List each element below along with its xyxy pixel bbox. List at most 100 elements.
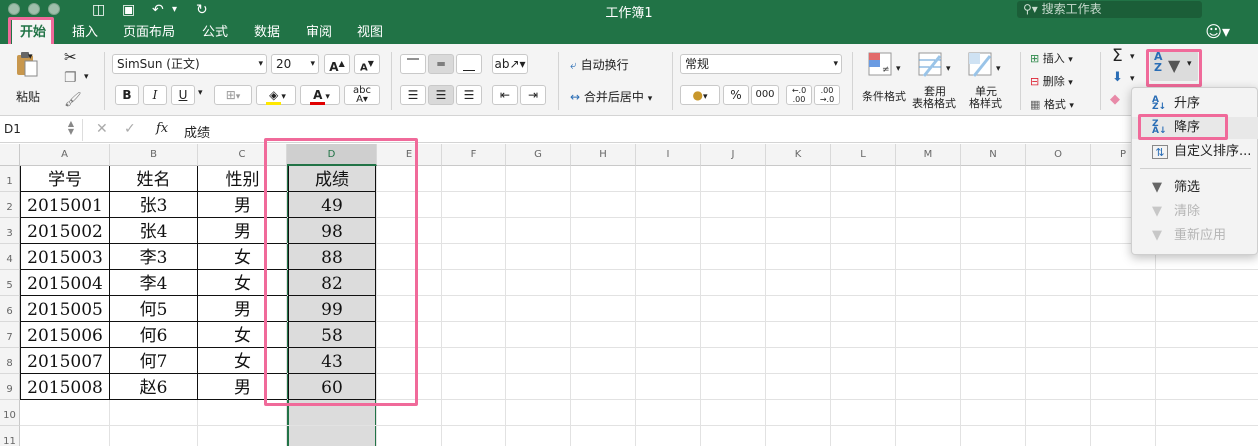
data-cell[interactable]: 2015004 (20, 270, 110, 296)
font-name-select[interactable]: SimSun (正文) ▾ (112, 54, 267, 74)
underline-button[interactable]: U (171, 85, 195, 105)
header-cell[interactable]: 学号 (20, 166, 110, 192)
column-header-g[interactable]: G (506, 144, 571, 166)
decrease-indent-button[interactable]: ⇤ (492, 85, 518, 105)
column-header-b[interactable]: B (110, 144, 198, 166)
chevron-down-icon[interactable]: ▾ (1130, 52, 1135, 62)
row-header[interactable]: 1 (0, 166, 20, 192)
shrink-font-button[interactable]: A▼ (354, 54, 380, 74)
data-cell[interactable]: 2015007 (20, 348, 110, 374)
tab-formulas[interactable]: 公式 (202, 20, 228, 44)
format-cells-button[interactable]: ▦ 格式 ▾ (1030, 96, 1074, 112)
menu-item-custom-sort[interactable]: ⇅ 自定义排序... (1132, 141, 1258, 163)
delete-cells-button[interactable]: ⊟ 删除 ▾ (1030, 73, 1073, 89)
copy-icon[interactable]: ❐ (64, 70, 77, 86)
chevron-down-icon[interactable]: ▾ (1130, 74, 1135, 84)
spreadsheet-grid[interactable]: A B C D E F G H I J K L M N O P 1 2 3 4 5 6 7 8 9 10 11 学号 姓名 性别 成绩 201… (0, 144, 1258, 446)
align-right-button[interactable]: ☰ (456, 85, 482, 105)
tab-review[interactable]: 审阅 (306, 20, 332, 44)
accounting-format-button[interactable]: ●▾ (680, 85, 720, 105)
tab-data[interactable]: 数据 (254, 20, 280, 44)
row-header[interactable]: 8 (0, 348, 20, 374)
tab-insert[interactable]: 插入 (72, 20, 98, 44)
increase-indent-button[interactable]: ⇥ (520, 85, 546, 105)
increase-decimal-button[interactable]: ←.0.00 (786, 85, 812, 105)
align-top-button[interactable]: ⎺ (400, 54, 426, 74)
column-header-l[interactable]: L (831, 144, 896, 166)
comma-button[interactable]: 000 (751, 85, 779, 105)
grow-font-button[interactable]: A▲ (324, 54, 350, 74)
paste-icon[interactable] (12, 50, 40, 78)
borders-button[interactable]: ⊞▾ (214, 85, 252, 105)
header-cell[interactable]: 姓名 (110, 166, 198, 192)
column-header-n[interactable]: N (961, 144, 1026, 166)
phonetic-button[interactable]: abc A▾ (344, 85, 380, 105)
paste-dropdown-icon[interactable]: ▾ (28, 52, 33, 62)
row-header[interactable]: 2 (0, 192, 20, 218)
cut-icon[interactable]: ✂ (64, 48, 77, 66)
row-header[interactable]: 10 (0, 400, 20, 426)
align-left-button[interactable]: ☰ (400, 85, 426, 105)
data-cell[interactable]: 赵6 (110, 374, 198, 400)
row-header[interactable]: 11 (0, 426, 20, 446)
column-header-o[interactable]: O (1026, 144, 1091, 166)
row-header[interactable]: 6 (0, 296, 20, 322)
orientation-button[interactable]: ab↗▾ (492, 54, 528, 74)
data-cell[interactable]: 2015003 (20, 244, 110, 270)
align-middle-button[interactable]: ═ (428, 54, 454, 74)
table-format-icon[interactable] (916, 50, 944, 78)
fill-down-icon[interactable]: ⬇ (1112, 70, 1123, 85)
data-cell[interactable]: 2015006 (20, 322, 110, 348)
chevron-down-icon[interactable]: ▾ (198, 88, 203, 98)
copy-dropdown-icon[interactable]: ▾ (84, 72, 89, 82)
align-center-button[interactable]: ☰ (428, 85, 454, 105)
font-size-select[interactable]: 20 ▾ (271, 54, 319, 74)
column-header-h[interactable]: H (571, 144, 636, 166)
data-cell[interactable]: 2015002 (20, 218, 110, 244)
data-cell[interactable]: 何7 (110, 348, 198, 374)
decrease-decimal-button[interactable]: .00 →.0 (814, 85, 840, 105)
bold-button[interactable]: B (115, 85, 139, 105)
align-bottom-button[interactable]: ⎽ (456, 54, 482, 74)
confirm-icon[interactable]: ✓ (124, 121, 136, 137)
column-header-k[interactable]: K (766, 144, 831, 166)
chevron-down-icon[interactable]: ▾ (896, 64, 901, 74)
row-header[interactable]: 7 (0, 322, 20, 348)
column-header-a[interactable]: A (20, 144, 110, 166)
percent-button[interactable]: % (723, 85, 749, 105)
chevron-down-icon[interactable]: ▾ (946, 64, 951, 74)
format-painter-icon[interactable]: 🖌 (64, 92, 82, 108)
cancel-icon[interactable]: ✕ (96, 121, 108, 137)
feedback-smiley-icon[interactable]: ☺▾ (1205, 22, 1230, 41)
fill-color-button[interactable]: ◈ ▾ (256, 85, 296, 105)
column-header-j[interactable]: J (701, 144, 766, 166)
column-header-f[interactable]: F (442, 144, 506, 166)
data-cell[interactable]: 李3 (110, 244, 198, 270)
row-header[interactable]: 4 (0, 244, 20, 270)
italic-button[interactable]: I (143, 85, 167, 105)
tab-view[interactable]: 视图 (357, 20, 383, 44)
data-cell[interactable]: 张4 (110, 218, 198, 244)
clear-eraser-icon[interactable]: ◆ (1110, 92, 1120, 107)
row-header[interactable]: 3 (0, 218, 20, 244)
column-header-i[interactable]: I (636, 144, 701, 166)
row-header[interactable]: 5 (0, 270, 20, 296)
data-cell[interactable]: 张3 (110, 192, 198, 218)
data-cell[interactable]: 2015001 (20, 192, 110, 218)
name-box[interactable]: D1 ▲ ▼ (4, 120, 74, 138)
conditional-format-icon[interactable]: ≠ (866, 50, 894, 78)
data-cell[interactable]: 2015008 (20, 374, 110, 400)
autosum-icon[interactable]: Σ (1112, 46, 1123, 66)
conditional-format-label[interactable]: 条件格式 (862, 88, 906, 104)
merge-center-button[interactable]: ↔ 合并后居中 ▾ (570, 88, 652, 105)
row-header[interactable]: 9 (0, 374, 20, 400)
insert-cells-button[interactable]: ⊞ 插入 ▾ (1030, 50, 1073, 66)
select-all-corner[interactable] (0, 144, 20, 166)
search-input[interactable]: ⚲▾ 搜索工作表 (1017, 1, 1202, 18)
menu-item-sort-ascending[interactable]: A Z↓ 升序 (1132, 93, 1258, 115)
tab-page-layout[interactable]: 页面布局 (123, 20, 175, 44)
data-cell[interactable]: 2015005 (20, 296, 110, 322)
wrap-text-button[interactable]: ⤶ 自动换行 (570, 56, 629, 73)
data-cell[interactable]: 何6 (110, 322, 198, 348)
formula-input[interactable]: 成绩 (184, 122, 210, 141)
